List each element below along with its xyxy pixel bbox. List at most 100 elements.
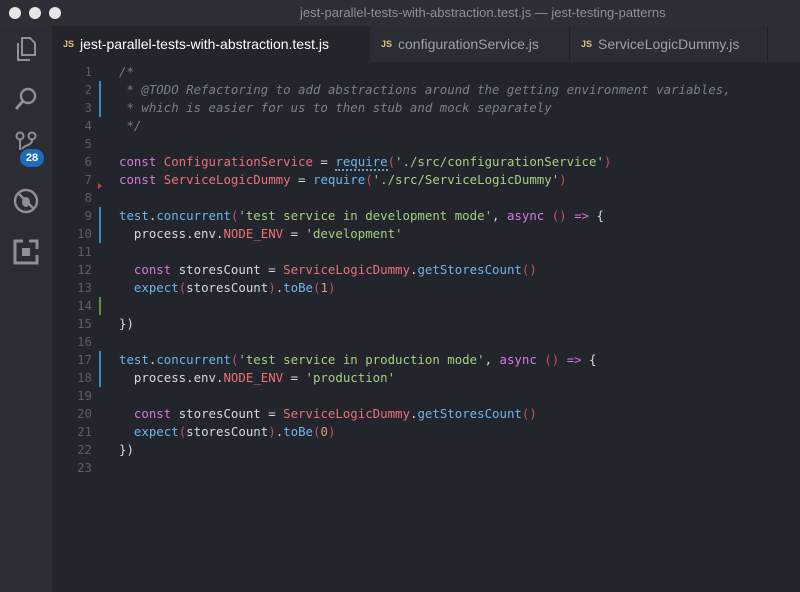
code-token: const [119, 154, 164, 169]
code-text: }) [119, 315, 134, 333]
explorer-button[interactable] [0, 26, 52, 72]
code-text: const storesCount = ServiceLogicDummy.ge… [119, 405, 537, 423]
code-line[interactable]: 23 [52, 459, 800, 477]
git-modified-marker[interactable] [99, 225, 101, 243]
code-line[interactable]: 2 * @TODO Refactoring to add abstraction… [52, 81, 800, 99]
code-line[interactable]: 19 [52, 387, 800, 405]
code-token: const [119, 406, 179, 421]
code-token: * @TODO Refactoring to add abstractions … [119, 82, 731, 97]
code-token: ) [268, 424, 276, 439]
code-line[interactable]: 15}) [52, 315, 800, 333]
code-editor[interactable]: 1 /* 2 * @TODO Refactoring to add abstract… [52, 62, 800, 592]
tab-bar: JS jest-parallel-tests-with-abstraction.… [52, 26, 800, 62]
git-added-marker[interactable] [99, 297, 101, 315]
code-token: = [290, 172, 313, 187]
code-text: process.env.NODE_ENV = 'development' [119, 225, 403, 243]
explorer-icon [17, 37, 36, 61]
code-line[interactable]: 16 [52, 333, 800, 351]
code-token: storesCount [186, 280, 269, 295]
code-token: toBe [283, 424, 313, 439]
code-token: const [119, 262, 179, 277]
code-token: getStoresCount [417, 406, 522, 421]
code-token: () [551, 208, 567, 223]
code-line[interactable]: 5 [52, 135, 800, 153]
code-token: NODE_ENV [223, 226, 284, 241]
code-line[interactable]: 4 */ [52, 117, 800, 135]
code-line[interactable]: 3 * which is easier for us to then stub … [52, 99, 800, 117]
code-token: , [484, 352, 500, 367]
code-token: 'development' [305, 226, 403, 241]
line-number: 22 [77, 442, 92, 457]
line-number: 21 [77, 424, 92, 439]
code-line[interactable]: 11 [52, 243, 800, 261]
js-file-icon: JS [381, 39, 393, 49]
code-token: = [260, 262, 284, 277]
code-line[interactable]: 1 /* [52, 63, 800, 81]
code-token: ServiceLogicDummy [163, 172, 291, 187]
tab-jest-parallel-tests[interactable]: JS jest-parallel-tests-with-abstraction.… [52, 26, 370, 62]
code-line[interactable]: 9 test.concurrent('test service in develo… [52, 207, 800, 225]
code-line[interactable]: 20 const storesCount = ServiceLogicDummy… [52, 405, 800, 423]
code-token: storesCount [178, 406, 261, 421]
extensions-button[interactable] [0, 229, 52, 275]
code-line[interactable]: 10 process.env.NODE_ENV = 'development' [52, 225, 800, 243]
search-button[interactable] [0, 76, 52, 122]
code-token: concurrent [156, 208, 231, 223]
code-text: * which is easier for us to then stub an… [119, 99, 552, 117]
code-token: async [499, 352, 545, 367]
code-line[interactable]: 21 expect(storesCount).toBe(0) [52, 423, 800, 441]
code-line[interactable]: 6 const ConfigurationService = require('.… [52, 153, 800, 171]
extensions-icon [13, 239, 39, 265]
code-line[interactable]: 12 const storesCount = ServiceLogicDummy… [52, 261, 800, 279]
code-text: const ServiceLogicDummy = require('./src… [119, 171, 567, 189]
code-token: require [312, 172, 366, 187]
code-line[interactable]: 8 [52, 189, 800, 207]
line-number: 13 [77, 280, 92, 295]
code-line[interactable]: 14 [52, 297, 800, 315]
tab-label: ServiceLogicDummy.js [598, 36, 740, 52]
code-text: const storesCount = ServiceLogicDummy.ge… [119, 261, 537, 279]
code-token: ) [327, 280, 336, 295]
code-line[interactable]: 22}) [52, 441, 800, 459]
line-number: 20 [77, 406, 92, 421]
line-number: 6 [84, 154, 92, 169]
code-token: './src/configurationService' [395, 154, 604, 169]
code-token: * which is easier for us to then stub an… [119, 100, 552, 115]
code-token: const [119, 172, 164, 187]
code-token: getStoresCount [417, 262, 522, 277]
code-line[interactable]: 17 test.concurrent('test service in produ… [52, 351, 800, 369]
minimize-window-button[interactable] [29, 7, 41, 19]
git-modified-marker[interactable] [99, 81, 101, 99]
code-token: () [521, 262, 537, 277]
code-token: ) [559, 172, 567, 187]
code-line[interactable]: 7 const ServiceLogicDummy = require('./sr… [52, 171, 800, 189]
git-modified-marker[interactable] [99, 99, 101, 117]
tab-service-logic-dummy[interactable]: JS ServiceLogicDummy.js [570, 26, 768, 62]
code-token: /* [119, 64, 134, 79]
code-token: test [119, 208, 149, 223]
git-modified-marker[interactable] [99, 207, 101, 225]
code-line[interactable]: 13 expect(storesCount).toBe(1) [52, 279, 800, 297]
line-number: 4 [84, 118, 92, 133]
code-token: = [260, 406, 284, 421]
code-token: ) [268, 280, 276, 295]
code-token: ServiceLogicDummy [283, 406, 410, 421]
code-token: , [492, 208, 507, 223]
code-token: './src/ServiceLogicDummy' [372, 172, 560, 187]
tab-configuration-service[interactable]: JS configurationService.js [370, 26, 570, 62]
code-token: */ [119, 118, 142, 133]
line-number: 19 [77, 388, 92, 403]
line-number: 14 [77, 298, 92, 313]
close-window-button[interactable] [9, 7, 21, 19]
code-text: test.concurrent('test service in product… [119, 351, 597, 369]
git-modified-marker[interactable] [99, 369, 101, 387]
debug-button[interactable] [0, 178, 52, 224]
git-modified-marker[interactable] [99, 351, 101, 369]
code-token: expect [119, 424, 179, 439]
zoom-window-button[interactable] [49, 7, 61, 19]
code-token: storesCount [178, 262, 261, 277]
js-file-icon: JS [581, 39, 593, 49]
code-token: async [506, 208, 552, 223]
code-line[interactable]: 18 process.env.NODE_ENV = 'production' [52, 369, 800, 387]
line-number: 10 [77, 226, 92, 241]
